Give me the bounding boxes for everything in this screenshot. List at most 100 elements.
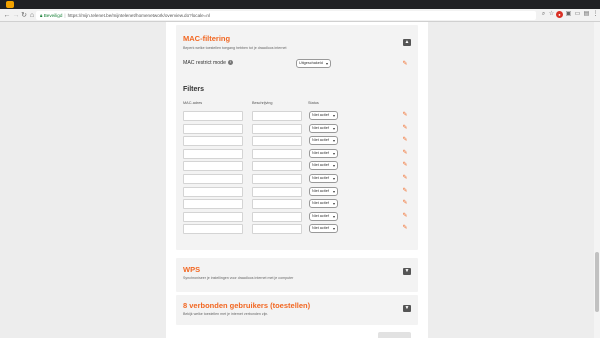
devices-card: 8 verbonden gebruikers (toestellen) Beki… — [176, 295, 418, 325]
description-input[interactable] — [252, 161, 302, 172]
status-select[interactable]: Niet actief ▾ — [309, 211, 338, 221]
filters-heading: Filters — [183, 86, 205, 93]
tab-favicon[interactable] — [6, 1, 14, 8]
mac-address-input[interactable] — [183, 161, 243, 172]
edit-icon[interactable]: ✎ — [402, 225, 408, 231]
select-arrow-icon: ▾ — [332, 188, 335, 194]
mac-restrict-text: MAC restrict mode — [183, 60, 226, 66]
cast-icon[interactable]: ▭ — [574, 11, 581, 18]
status-value: Niet actief — [312, 125, 329, 130]
status-select[interactable]: Niet actief ▾ — [309, 123, 338, 133]
info-icon[interactable]: i — [227, 60, 233, 66]
address-bar[interactable]: 🔒︎ Beveiligd | https://mijn.telenet.be/mij… — [36, 11, 536, 20]
description-input[interactable] — [252, 136, 302, 147]
reload-icon[interactable]: ↻ — [20, 11, 28, 20]
select-arrow-icon: ▾ — [332, 150, 335, 156]
edit-icon[interactable]: ✎ — [402, 125, 408, 131]
status-select[interactable]: Niet actief ▾ — [309, 136, 338, 146]
column-status: Status — [308, 101, 319, 105]
status-value: Niet actief — [312, 188, 329, 193]
column-mac: MAC-adres — [183, 101, 203, 105]
wps-card: WPS Synchroniseer je instellingen voor d… — [176, 258, 418, 292]
extension-icon[interactable]: ▣ — [565, 11, 572, 18]
zoom-icon[interactable]: ⌕ — [540, 11, 547, 18]
description-input[interactable] — [252, 148, 302, 159]
browser-toolbar: ← → ↻ ⌂ 🔒︎ Beveiligd | https://mijn.telene… — [0, 9, 600, 22]
status-select[interactable]: Niet actief ▾ — [309, 161, 338, 171]
status-value: Niet actief — [312, 213, 329, 218]
edit-icon[interactable]: ✎ — [402, 175, 408, 181]
home-icon[interactable]: ⌂ — [28, 11, 36, 20]
edit-icon[interactable]: ✎ — [402, 150, 408, 156]
status-value: Niet actief — [312, 138, 329, 143]
status-value: Niet actief — [312, 201, 329, 206]
mac-filtering-card: MAC-filtering Beperk welke toestellen to… — [176, 25, 418, 250]
description-input[interactable] — [252, 211, 302, 222]
status-select[interactable]: Niet actief ▾ — [309, 111, 338, 120]
browser-tabstrip — [0, 0, 600, 9]
edit-icon[interactable]: ✎ — [402, 188, 408, 194]
description-input[interactable] — [252, 123, 302, 134]
chevron-down-icon[interactable]: ▼ — [403, 268, 411, 275]
description-input[interactable] — [252, 174, 302, 184]
url-text: https://mijn.telenet.be/mijntelenet/home… — [67, 13, 210, 18]
status-value: Niet actief — [312, 163, 329, 168]
select-arrow-icon: ▾ — [332, 176, 335, 181]
status-select[interactable]: Niet actief ▾ — [309, 174, 338, 183]
wps-subtitle: Synchroniseer je instellingen voor draad… — [183, 276, 294, 280]
bottom-button[interactable] — [378, 332, 411, 338]
mac-address-input[interactable] — [183, 123, 243, 134]
menu-icon[interactable]: ⋮ — [592, 11, 599, 18]
chevron-down-icon[interactable]: ▼ — [403, 305, 411, 312]
devices-title: 8 verbonden gebruikers (toestellen) — [183, 301, 311, 310]
mac-address-input[interactable] — [183, 199, 243, 210]
page-scrollbar[interactable] — [594, 22, 600, 338]
status-value: Niet actief — [312, 150, 329, 155]
notes-icon[interactable]: ▤ — [583, 11, 590, 18]
description-input[interactable] — [252, 199, 302, 210]
status-value: Niet actief — [312, 176, 329, 180]
column-description: Beschrijving — [252, 101, 273, 105]
mac-address-input[interactable] — [183, 174, 243, 184]
mac-address-input[interactable] — [183, 136, 243, 147]
status-select[interactable]: Niet actief ▾ — [309, 148, 338, 158]
select-arrow-icon: ▾ — [332, 125, 335, 131]
description-input[interactable] — [252, 111, 302, 121]
select-arrow-icon: ▾ — [332, 213, 335, 219]
adblock-icon[interactable]: ● — [556, 11, 563, 18]
mac-address-input[interactable] — [183, 224, 243, 235]
edit-icon[interactable]: ✎ — [402, 61, 408, 67]
devices-subtitle: Bekijk welke toestellen met je internet … — [183, 312, 269, 316]
main-content: MAC-filtering Beperk welke toestellen to… — [166, 22, 428, 338]
scrollbar-thumb[interactable] — [595, 252, 599, 312]
select-arrow-icon: ▾ — [332, 201, 335, 207]
mac-restrict-value: Uitgeschakeld — [299, 61, 323, 65]
description-input[interactable] — [252, 224, 302, 235]
back-icon[interactable]: ← — [3, 11, 11, 20]
mac-address-input[interactable] — [183, 211, 243, 222]
edit-icon[interactable]: ✎ — [402, 137, 408, 143]
chevron-up-icon[interactable]: ▲ — [403, 39, 411, 46]
status-select[interactable]: Niet actief ▾ — [309, 199, 338, 209]
forward-icon[interactable]: → — [12, 11, 20, 20]
edit-icon[interactable]: ✎ — [402, 112, 408, 118]
description-input[interactable] — [252, 186, 302, 197]
select-arrow-icon: ▾ — [332, 113, 335, 118]
mac-restrict-label: MAC restrict mode i — [183, 60, 233, 66]
mac-restrict-select[interactable]: Uitgeschakeld ▾ — [296, 59, 331, 68]
mac-address-input[interactable] — [183, 111, 243, 121]
wps-title: WPS — [183, 265, 201, 274]
edit-icon[interactable]: ✎ — [402, 162, 408, 168]
url-separator: | — [64, 13, 66, 18]
mac-address-input[interactable] — [183, 186, 243, 197]
select-arrow-icon: ▾ — [332, 163, 335, 169]
edit-icon[interactable]: ✎ — [402, 200, 408, 206]
status-select[interactable]: Niet actief ▾ — [309, 186, 338, 196]
select-arrow-icon: ▾ — [325, 61, 328, 66]
edit-icon[interactable]: ✎ — [402, 213, 408, 219]
status-select[interactable]: Niet actief ▾ — [309, 224, 338, 234]
mac-filtering-subtitle: Beperk welke toestellen toegang hebben t… — [183, 46, 287, 50]
bookmark-star-icon[interactable]: ☆ — [548, 11, 555, 18]
mac-address-input[interactable] — [183, 148, 243, 159]
secure-label: Beveiligd — [43, 13, 63, 18]
